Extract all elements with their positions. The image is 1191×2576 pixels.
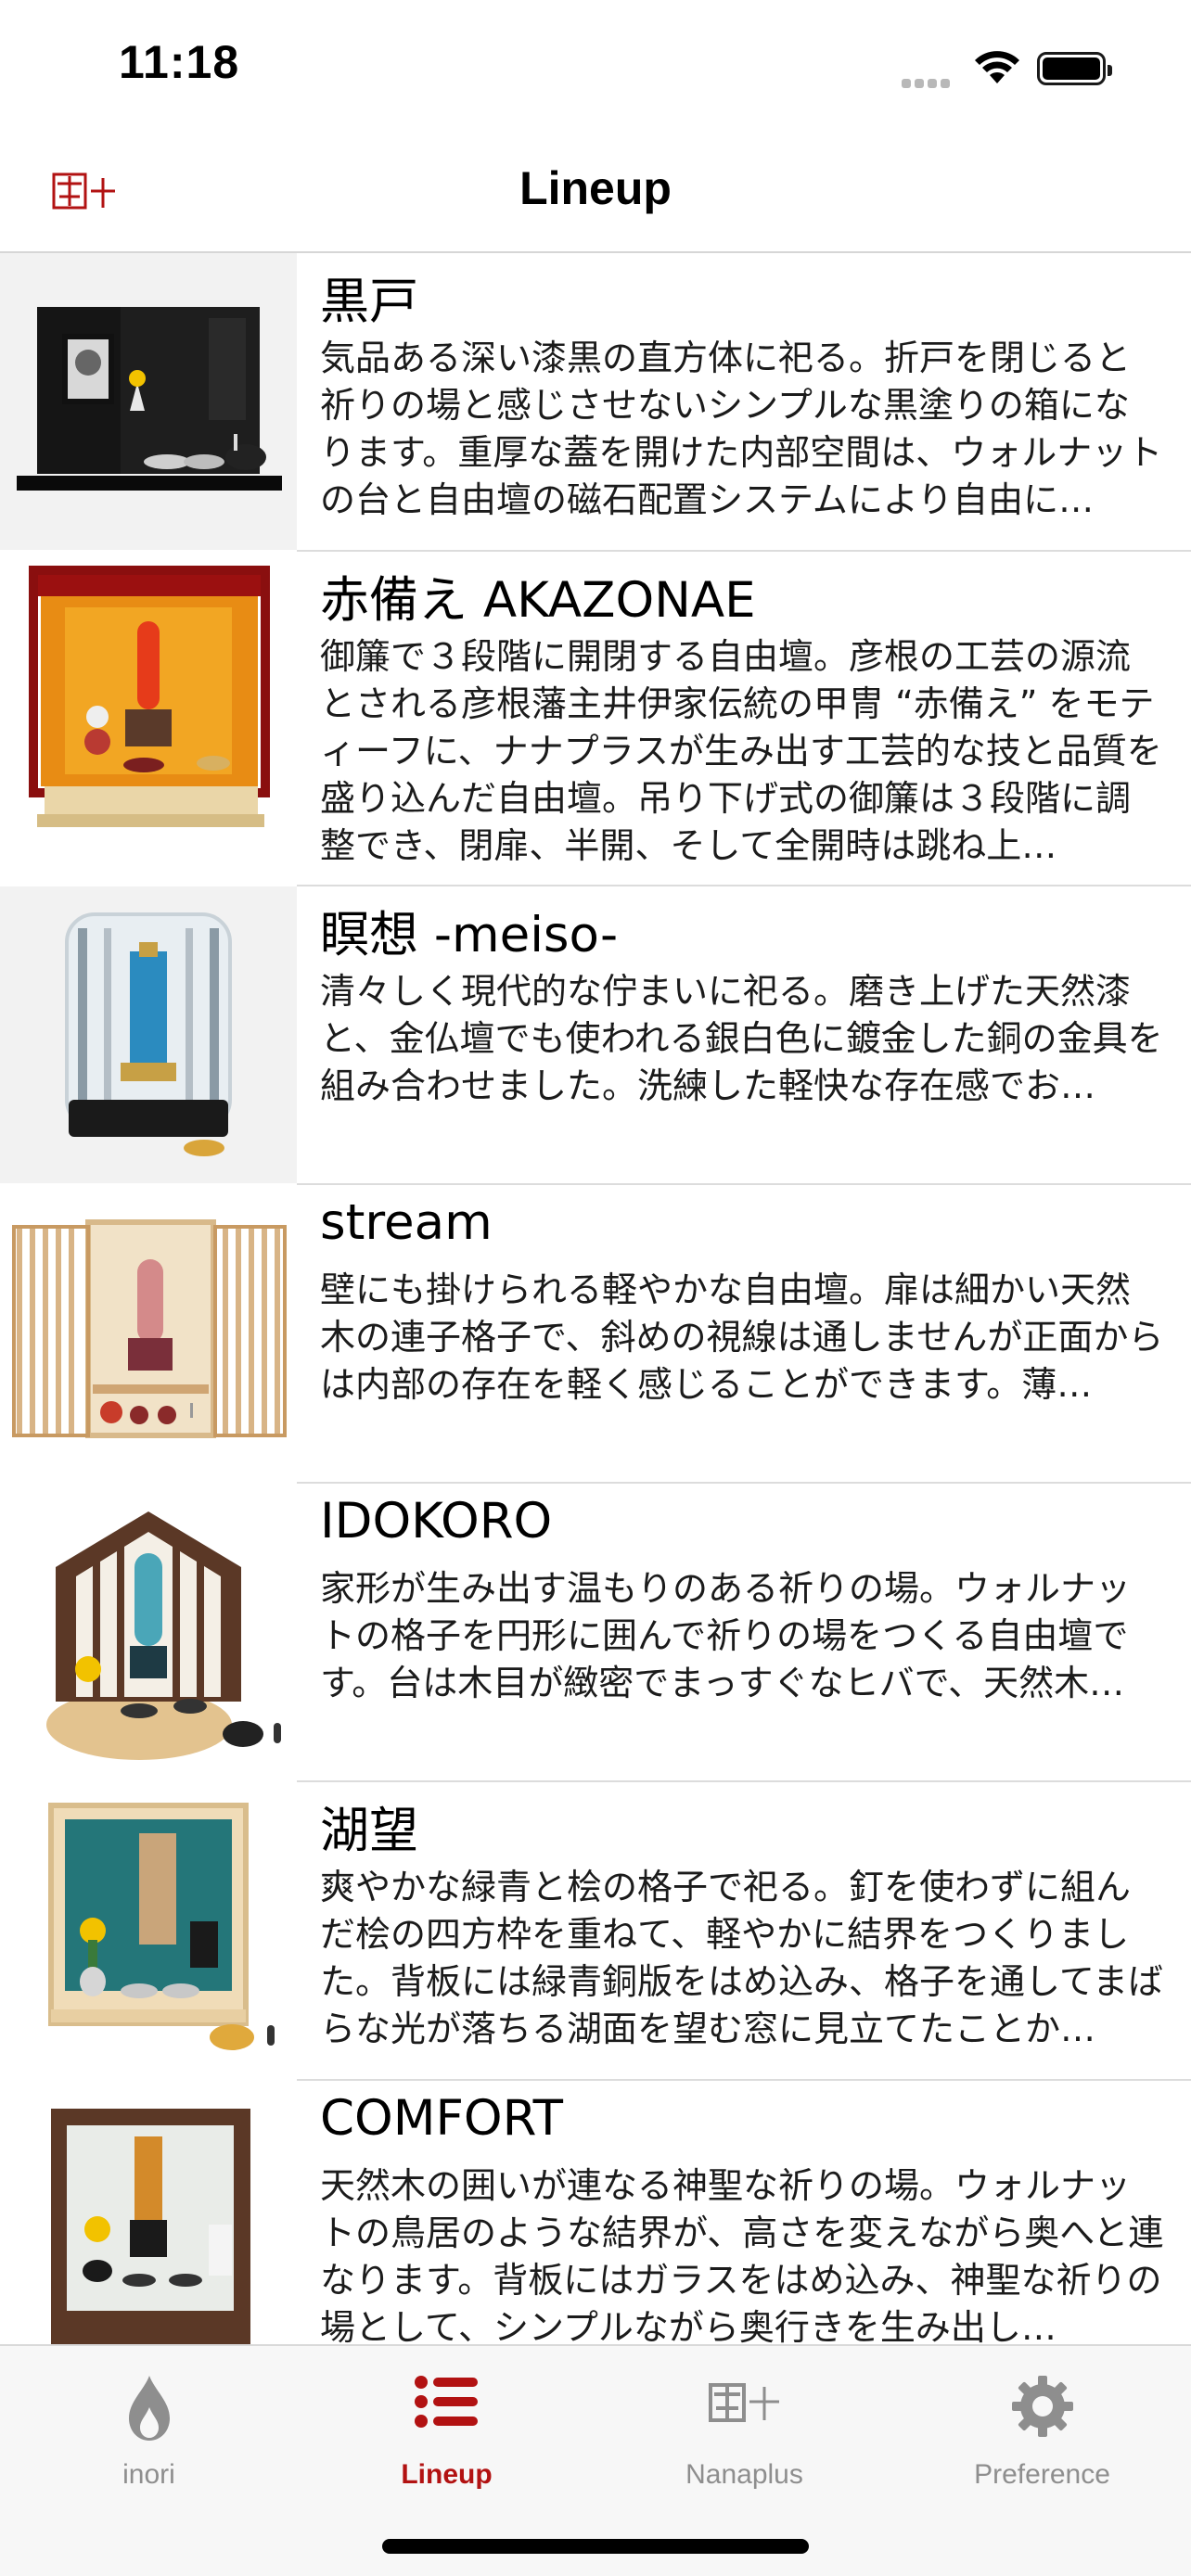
- item-description: 家形が生み出す温もりのある祈りの場。ウォルナットの格子を円形に囲んで祈りの場をつ…: [320, 1568, 1132, 1703]
- list-item[interactable]: 黒戸 気品ある深い漆黒の直方体に祀る。折戸を閉じると祈りの場と感じさせないシンプ…: [0, 253, 1191, 552]
- product-image: [0, 1484, 297, 1780]
- gear-icon: [1011, 2376, 1073, 2437]
- product-image: [0, 1782, 297, 2079]
- item-title: 黒戸: [320, 274, 418, 330]
- list-item[interactable]: IDOKORO 家形が生み出す温もりのある祈りの場。ウォルナットの格子を円形に囲…: [0, 1484, 1191, 1782]
- flame-icon: [128, 2376, 170, 2441]
- list-item[interactable]: COMFORT 天然木の囲いが連なる神聖な祈りの場。ウォルナットの鳥居のような結…: [0, 2081, 1191, 2344]
- item-title: 瞑想 -meiso-: [320, 907, 619, 963]
- wifi-icon: [975, 51, 1019, 83]
- tab-label: Nanaplus: [685, 2459, 803, 2490]
- item-title: 赤備え AKAZONAE: [320, 572, 756, 629]
- item-description: 気品ある深い漆黒の直方体に祀る。折戸を閉じると祈りの場と感じさせないシンプルな黒…: [320, 338, 1163, 520]
- tab-label: inori: [122, 2459, 175, 2490]
- home-indicator[interactable]: [382, 2539, 809, 2554]
- product-image: [0, 253, 297, 550]
- item-description: 御簾で３段階に開閉する自由壇。彦根の工芸の源流とされる彦根藩主井伊家伝統の甲冑 …: [320, 636, 1162, 866]
- item-title: stream: [320, 1194, 493, 1251]
- tab-nanaplus[interactable]: Nanaplus: [596, 2366, 893, 2506]
- product-image: [0, 886, 297, 1183]
- tab-label: Lineup: [401, 2459, 493, 2490]
- list-item[interactable]: 赤備え AKAZONAE 御簾で３段階に開閉する自由壇。彦根の工芸の源流とされる…: [0, 552, 1191, 886]
- tab-inori[interactable]: inori: [0, 2366, 298, 2506]
- item-title: 湖望: [320, 1803, 418, 1859]
- list-icon: [414, 2376, 478, 2428]
- product-image: [0, 1185, 297, 1482]
- status-time: 11:18: [119, 36, 240, 88]
- battery-icon: [1037, 52, 1112, 85]
- tab-preference[interactable]: Preference: [893, 2366, 1191, 2506]
- cellular-signal-icon: [902, 74, 954, 88]
- lineup-list[interactable]: 黒戸 気品ある深い漆黒の直方体に祀る。折戸を閉じると祈りの場と感じさせないシンプ…: [0, 253, 1191, 2344]
- product-image: [0, 2081, 297, 2344]
- list-item[interactable]: 湖望 爽やかな緑青と桧の格子で祀る。釘を使わずに組んだ桧の四方枠を重ねて、軽やか…: [0, 1782, 1191, 2081]
- tab-label: Preference: [974, 2459, 1110, 2490]
- item-title: COMFORT: [320, 2090, 563, 2147]
- list-item[interactable]: stream 壁にも掛けられる軽やかな自由壇。扉は細かい天然木の連子格子で、斜め…: [0, 1185, 1191, 1484]
- tab-lineup[interactable]: Lineup: [298, 2366, 596, 2506]
- product-image: [0, 552, 297, 885]
- list-item[interactable]: 瞑想 -meiso- 清々しく現代的な佇まいに祀る。磨き上げた天然漆と、金仏壇で…: [0, 886, 1191, 1185]
- item-description: 天然木の囲いが連なる神聖な祈りの場。ウォルナットの鳥居のような結界が、高さを変え…: [320, 2165, 1164, 2344]
- item-description: 清々しく現代的な佇まいに祀る。磨き上げた天然漆と、金仏壇でも使われる銀白色に鍍金…: [320, 971, 1163, 1106]
- item-title: IDOKORO: [320, 1493, 553, 1549]
- status-bar: 11:18: [0, 0, 1191, 139]
- item-description: 壁にも掛けられる軽やかな自由壇。扉は細かい天然木の連子格子で、斜めの視線は通しま…: [320, 1269, 1164, 1405]
- nanaplus-logo-icon: [708, 2383, 779, 2422]
- page-title: Lineup: [519, 162, 672, 214]
- item-description: 爽やかな緑青と桧の格子で祀る。釘を使わずに組んだ桧の四方枠を重ねて、軽やかに結界…: [320, 1867, 1163, 2049]
